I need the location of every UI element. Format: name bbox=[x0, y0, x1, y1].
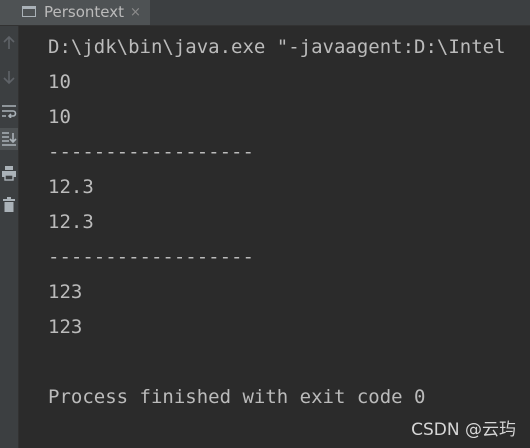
tab-persontext[interactable]: Persontext × bbox=[0, 0, 150, 25]
console-line: 12.3 bbox=[48, 211, 94, 233]
console-line: D:\jdk\bin\java.exe "-javaagent:D:\Intel bbox=[48, 36, 506, 58]
console-line: 10 bbox=[48, 71, 71, 93]
console-line: 123 bbox=[48, 316, 83, 338]
down-arrow-icon[interactable] bbox=[0, 66, 18, 88]
trash-icon[interactable] bbox=[0, 194, 18, 216]
scroll-to-end-icon[interactable] bbox=[0, 128, 18, 150]
watermark: CSDN @云玙 bbox=[411, 420, 516, 440]
console-line: 123 bbox=[48, 281, 83, 303]
tab-title: Persontext bbox=[44, 3, 125, 21]
console-toolbar bbox=[0, 26, 19, 448]
console-line: ------------------ bbox=[48, 246, 254, 268]
up-arrow-icon[interactable] bbox=[0, 32, 18, 54]
soft-wrap-icon[interactable] bbox=[0, 100, 18, 122]
console-line: ------------------ bbox=[48, 141, 254, 163]
console-line: 12.3 bbox=[48, 176, 94, 198]
console-line: Process finished with exit code 0 bbox=[48, 386, 426, 408]
print-icon[interactable] bbox=[0, 162, 18, 184]
run-console-window: Persontext × D:\jdk\bin\java.exe "-javaa… bbox=[0, 0, 530, 448]
console-line: 10 bbox=[48, 106, 71, 128]
close-icon[interactable]: × bbox=[130, 0, 141, 25]
console-icon bbox=[22, 5, 38, 20]
tab-bar: Persontext × bbox=[0, 0, 530, 26]
console-output[interactable]: D:\jdk\bin\java.exe "-javaagent:D:\Intel… bbox=[48, 28, 530, 408]
